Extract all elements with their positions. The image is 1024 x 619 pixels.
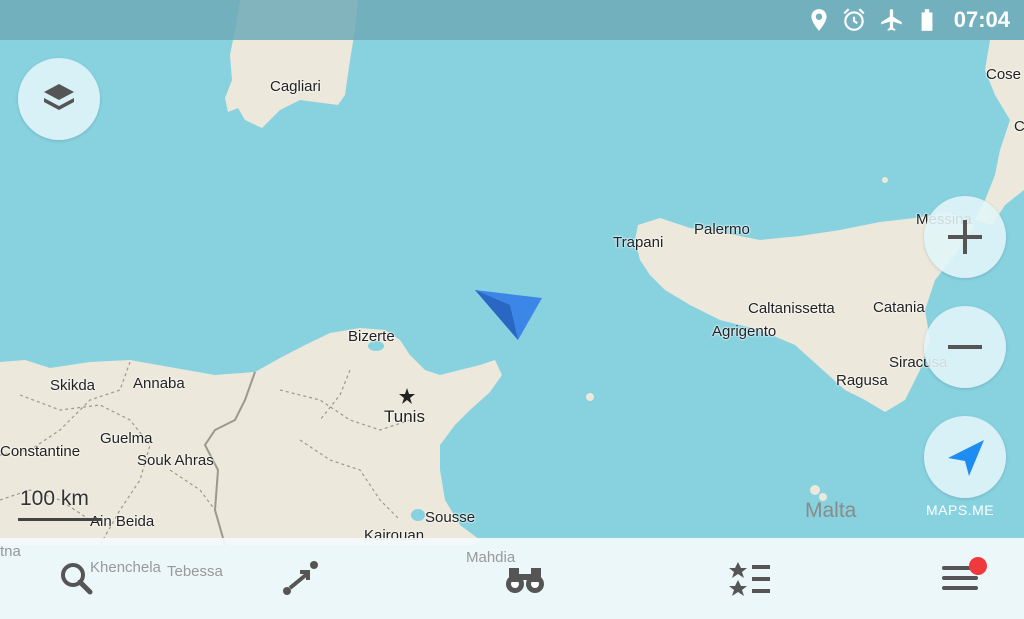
zoom-in-button[interactable] [924, 196, 1006, 278]
battery-icon [921, 9, 933, 31]
country-label-malta: Malta [805, 499, 857, 522]
airplane-mode-icon [881, 9, 902, 31]
layers-icon [44, 84, 74, 110]
city-label-souk-ahras: Souk Ahras [137, 452, 214, 469]
city-label-crotone: C [1014, 118, 1024, 135]
discovery-binoculars-icon[interactable] [495, 548, 555, 608]
menu-notification-badge [969, 557, 987, 575]
bookmarks-icon[interactable] [720, 548, 780, 608]
city-label-agrigento: Agrigento [712, 323, 777, 340]
city-label-palermo: Palermo [694, 221, 750, 238]
city-label-batna: tna [0, 543, 21, 560]
city-label-ragusa: Ragusa [836, 372, 888, 389]
navigation-arrow-icon [948, 440, 984, 476]
status-time: 07:04 [953, 7, 1010, 32]
city-label-ain-beida: Ain Beida [90, 513, 155, 530]
city-label-caltanissetta: Caltanissetta [748, 300, 835, 317]
city-label-cagliari: Cagliari [270, 78, 321, 95]
alarm-clock-icon [843, 8, 865, 31]
my-position-button[interactable] [924, 416, 1006, 498]
city-label-tebessa: Tebessa [167, 563, 223, 580]
island [810, 485, 820, 495]
city-label-annaba: Annaba [133, 375, 185, 392]
scale-bar [18, 518, 102, 521]
plus-icon [948, 220, 982, 254]
status-bar: 07:04 [0, 0, 1024, 40]
city-label-sousse: Sousse [425, 509, 476, 526]
city-label-trapani: Trapani [613, 234, 664, 251]
lagoon [411, 509, 425, 521]
scale-label: 100 km [20, 487, 89, 510]
city-label-skikda: Skikda [50, 377, 96, 394]
city-label-constantine: Constantine [0, 443, 81, 460]
city-label-catania: Catania [873, 299, 925, 316]
island [586, 393, 594, 401]
route-icon[interactable] [270, 548, 330, 608]
city-label-guelma: Guelma [100, 430, 153, 447]
island [882, 177, 888, 183]
layers-button[interactable] [18, 58, 100, 140]
city-label-cosenza: Cose [986, 66, 1022, 83]
zoom-out-button[interactable] [924, 306, 1006, 388]
city-label-tunis: Tunis [384, 407, 425, 426]
city-label-bizerte: Bizerte [348, 328, 395, 345]
location-pin-icon [811, 9, 827, 31]
minus-icon [948, 345, 982, 349]
search-icon[interactable] [46, 548, 106, 608]
brand-label: MAPS.ME [926, 502, 995, 518]
